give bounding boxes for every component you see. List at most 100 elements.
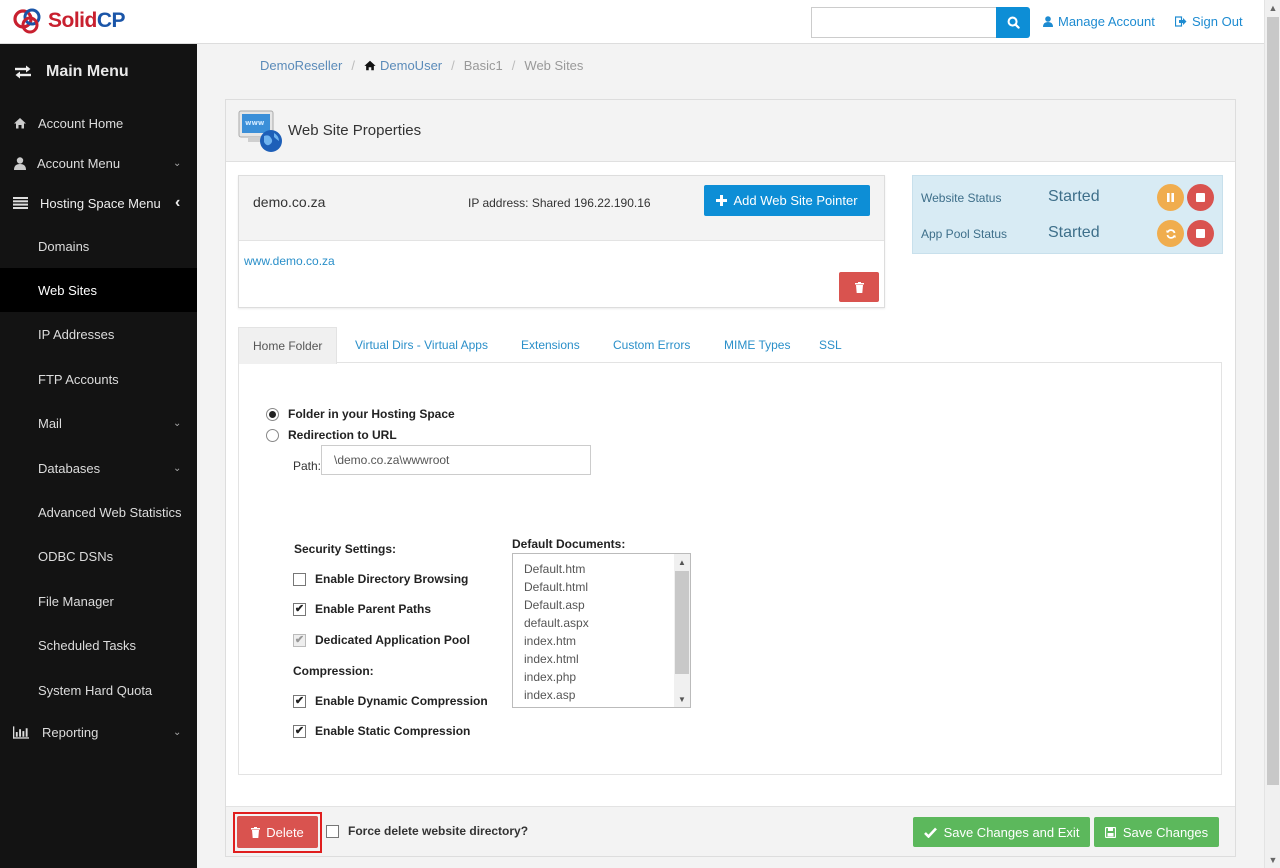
list-item[interactable]: default.aspx [513,614,690,632]
chevron-down-icon: ⌄ [173,726,182,738]
list-item[interactable]: Default.html [513,578,690,596]
sidebar-item-ip-addresses[interactable]: IP Addresses [0,312,197,356]
radio-button[interactable] [266,428,279,442]
tab-virtual-dirs[interactable]: Virtual Dirs - Virtual Apps [355,327,488,363]
sidebar-item-account-menu[interactable]: Account Menu ⌄ [0,141,197,185]
sidebar-item-reporting[interactable]: Reporting ⌄ [0,710,197,754]
default-documents-list[interactable]: Default.htm Default.html Default.asp def… [512,553,691,708]
list-item[interactable]: Default.htm [513,560,690,578]
page-scrollbar[interactable]: ▲ ▼ [1264,0,1280,868]
app-pool-status-value: Started [1048,224,1100,241]
sidebar-item-databases[interactable]: Databases ⌄ [0,446,197,490]
enable-dynamic-compression-checkbox[interactable]: ✔ Enable Dynamic Compression [293,694,488,708]
search-input[interactable] [811,7,997,38]
home-folder-tab-content: Folder in your Hosting Space Redirection… [238,363,1222,775]
manage-account-link[interactable]: Manage Account [1043,14,1155,29]
pause-website-button[interactable] [1157,184,1184,211]
chevron-left-icon: ‹ [175,194,181,211]
list-item[interactable]: index.asp [513,686,690,704]
stop-website-button[interactable] [1187,184,1214,211]
sidebar-item-hosting-space-menu[interactable]: Hosting Space Menu ‹ [0,181,197,225]
checkbox-checked[interactable]: ✔ [293,724,306,738]
scroll-thumb[interactable] [1267,17,1279,785]
sidebar-item-label: Databases [38,460,101,476]
site-name: demo.co.za [253,194,326,210]
tab-mime-types[interactable]: MIME Types [724,327,790,363]
sidebar-item-scheduled-tasks[interactable]: Scheduled Tasks [0,623,197,667]
breadcrumb-item-current: Web Sites [524,57,584,73]
checkbox-checked[interactable]: ✔ [293,694,306,708]
exchange-icon [15,65,31,79]
scroll-down-arrow-icon[interactable]: ▼ [674,691,690,707]
sidebar-item-advanced-web-statistics[interactable]: Advanced Web Statistics [0,490,197,534]
enable-directory-browsing-checkbox[interactable]: Enable Directory Browsing [293,572,468,586]
checkbox-label: Force delete website directory? [348,824,529,838]
sidebar-item-domains[interactable]: Domains [0,224,197,268]
sidebar-item-ftp-accounts[interactable]: FTP Accounts [0,357,197,401]
list-item[interactable]: index.html [513,650,690,668]
save-changes-button[interactable]: Save Changes [1094,817,1219,847]
tab-home-folder[interactable]: Home Folder [238,327,338,364]
sign-out-link[interactable]: Sign Out [1175,14,1243,29]
sidebar-item-system-hard-quota[interactable]: System Hard Quota [0,668,197,712]
site-pointer-link[interactable]: www.demo.co.za [244,254,335,268]
site-summary-header: demo.co.za IP address: Shared 196.22.190… [239,176,884,241]
checkbox-checked[interactable]: ✔ [293,602,306,616]
scroll-thumb[interactable] [675,571,689,674]
delete-pointer-button[interactable] [839,272,879,302]
app-pool-status-row: App Pool Status Started [913,215,1222,251]
sidebar-title: Main Menu [46,63,129,80]
list-item[interactable]: index.htm [513,632,690,650]
checkbox[interactable] [293,572,306,586]
delete-website-button[interactable]: Delete [237,816,318,848]
site-summary-box: demo.co.za IP address: Shared 196.22.190… [238,175,885,308]
checkbox-label: Enable Directory Browsing [315,572,469,586]
tab-ssl[interactable]: SSL [819,327,842,363]
sidebar-item-label: IP Addresses [38,326,115,342]
tab-custom-errors[interactable]: Custom Errors [613,327,690,363]
sidebar-item-mail[interactable]: Mail ⌄ [0,401,197,445]
web-site-properties-panel: www Web Site Properties demo.co.za IP ad… [225,99,1236,857]
checkbox[interactable] [326,824,339,838]
breadcrumb-item-reseller[interactable]: DemoReseller [260,58,342,73]
sidebar-item-file-manager[interactable]: File Manager [0,579,197,623]
stop-app-pool-button[interactable] [1187,220,1214,247]
svg-text:www: www [245,119,265,127]
search-button[interactable] [996,7,1030,38]
scroll-up-arrow-icon[interactable]: ▲ [1265,0,1280,16]
scroll-down-arrow-icon[interactable]: ▼ [1265,852,1280,868]
radio-button[interactable] [266,407,279,421]
breadcrumb: DemoReseller / DemoUser / Basic1 / Web S… [240,46,583,84]
search-icon [1007,16,1020,29]
sidebar-item-label: Mail [38,415,62,431]
solidcp-logo[interactable]: SolidCP [12,7,126,35]
enable-static-compression-checkbox[interactable]: ✔ Enable Static Compression [293,724,470,738]
sign-out-icon [1175,16,1187,27]
save-changes-and-exit-button[interactable]: Save Changes and Exit [913,817,1090,847]
sidebar-item-account-home[interactable]: Account Home [0,101,197,145]
radio-redirection-to-url[interactable]: Redirection to URL [266,428,397,442]
list-item[interactable]: index.php [513,668,690,686]
sidebar-item-label: Web Sites [38,282,98,298]
sidebar-item-label: Advanced Web Statistics [38,504,182,520]
add-web-site-pointer-button[interactable]: Add Web Site Pointer [704,185,870,216]
enable-parent-paths-checkbox[interactable]: ✔ Enable Parent Paths [293,602,431,616]
breadcrumb-item-user[interactable]: DemoUser [380,58,442,73]
sidebar-item-web-sites[interactable]: Web Sites [0,268,197,312]
recycle-app-pool-button[interactable] [1157,220,1184,247]
radio-folder-in-hosting-space[interactable]: Folder in your Hosting Space [266,407,455,421]
default-documents-scrollbar[interactable]: ▲ ▼ [674,554,690,707]
force-delete-checkbox[interactable]: Force delete website directory? [326,824,528,838]
path-input[interactable] [321,445,591,475]
panel-title: Web Site Properties [288,122,422,139]
tab-extensions[interactable]: Extensions [521,327,580,363]
scroll-up-arrow-icon[interactable]: ▲ [674,554,690,570]
sidebar-item-odbc-dsns[interactable]: ODBC DSNs [0,534,197,578]
website-status-value: Started [1048,188,1100,205]
chevron-down-icon: ⌄ [173,417,182,429]
logo-icon [13,8,41,34]
sidebar-item-label: FTP Accounts [38,371,119,387]
breadcrumb-item-space[interactable]: Basic1 [464,58,503,73]
list-item[interactable]: Default.asp [513,596,690,614]
sidebar-header[interactable]: Main Menu [0,44,197,100]
